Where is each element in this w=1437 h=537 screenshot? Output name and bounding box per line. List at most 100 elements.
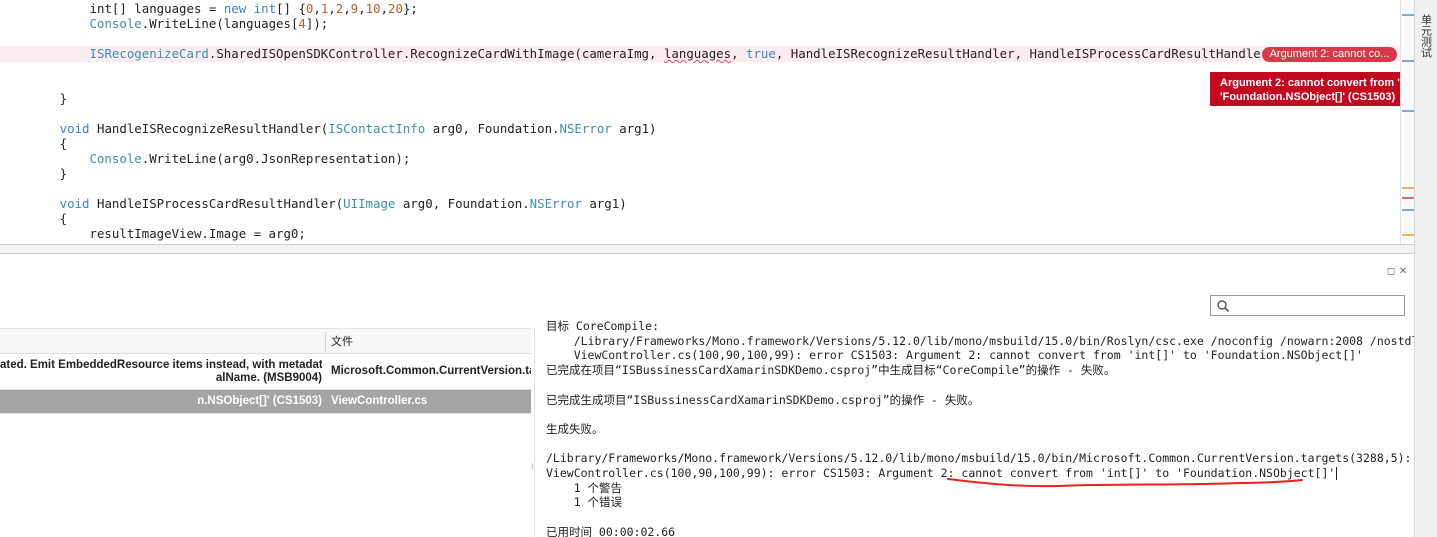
code-line[interactable] xyxy=(0,181,1400,197)
code-line[interactable]: { xyxy=(0,211,1400,227)
code-token: } xyxy=(0,166,68,181)
ruler-warning-mark[interactable] xyxy=(1402,234,1414,236)
float-pad-icon[interactable]: ◻ xyxy=(1385,266,1397,277)
unit-test-tab[interactable]: 单元测试 xyxy=(1414,8,1437,64)
pane-splitter[interactable] xyxy=(0,244,1414,254)
code-line[interactable]: void HandleISProcessCardResultHandler(UI… xyxy=(0,196,1400,212)
output-line: ViewController.cs(100,90,100,99): error … xyxy=(546,348,1363,363)
code-token: HandleISProcessCardResultHandler( xyxy=(89,196,344,211)
code-token: arg0, Foundation. xyxy=(395,196,530,211)
code-token: arg1) xyxy=(581,196,627,211)
code-token: HandleISRecognizeResultHandler( xyxy=(89,121,329,136)
code-token: int xyxy=(253,1,277,16)
code-line[interactable]: } xyxy=(0,91,1400,107)
output-separator[interactable] xyxy=(534,328,535,537)
code-line[interactable] xyxy=(0,76,1400,92)
ruler-info-mark[interactable] xyxy=(1402,110,1414,112)
code-line[interactable]: void HandleISRecognizeResultHandler(ISCo… xyxy=(0,121,1400,137)
code-line-error[interactable]: ISRecogenizeCard.SharedISOpenSDKControll… xyxy=(0,46,1400,62)
row-description-line: n.NSObject[]' (CS1503) xyxy=(197,395,322,407)
row-description: n.NSObject[]' (CS1503) xyxy=(0,395,322,408)
code-editor[interactable]: int[] languages = new int[] {0,1,2,9,10,… xyxy=(0,0,1400,244)
ruler-info-mark[interactable] xyxy=(1402,60,1414,62)
error-squiggle-token: languages xyxy=(663,46,732,61)
code-line[interactable]: int[] languages = new int[] {0,1,2,9,10,… xyxy=(0,1,1400,17)
output-line: 已完成生成项目“ISBussinessCardXamarinSDKDemo.cs… xyxy=(546,392,980,407)
table-row[interactable]: ated. Emit EmbeddedResource items instea… xyxy=(0,354,531,390)
ruler-error-mark[interactable] xyxy=(1402,197,1414,199)
code-token: , xyxy=(313,1,321,16)
ruler-info-mark[interactable] xyxy=(1402,209,1414,211)
code-token: int[] languages = xyxy=(29,1,224,16)
output-line: /Library/Frameworks/Mono.framework/Versi… xyxy=(546,451,1414,466)
code-token: [] { xyxy=(276,1,306,16)
code-token: NSError xyxy=(559,121,612,136)
close-pad-icon[interactable]: ✕ xyxy=(1397,266,1409,277)
code-token: Console xyxy=(29,16,142,31)
code-line[interactable]: } xyxy=(0,166,1400,182)
row-file: Microsoft.Common.CurrentVersion.targets xyxy=(331,365,531,377)
code-token: , xyxy=(358,1,366,16)
table-row-selected[interactable]: n.NSObject[]' (CS1503) ViewController.cs xyxy=(0,390,531,414)
output-line: 1 个警告 xyxy=(546,480,623,495)
output-line: 目标 CoreCompile: xyxy=(546,319,660,333)
output-scroll-handle[interactable]: ⁞ xyxy=(531,462,537,476)
search-icon xyxy=(1217,300,1230,313)
unit-test-tab-label: 单元测试 xyxy=(1419,14,1433,58)
ruler-info-mark[interactable] xyxy=(1402,14,1414,16)
code-line[interactable] xyxy=(0,61,1400,77)
search-input[interactable] xyxy=(1231,297,1405,316)
code-token: .WriteLine(languages[ xyxy=(141,16,299,31)
code-token: .SharedISOpenSDKController.RecognizeCard… xyxy=(208,46,664,61)
code-token: 20 xyxy=(388,1,403,16)
code-line[interactable] xyxy=(0,31,1400,47)
overview-ruler[interactable] xyxy=(1400,0,1415,244)
code-token: resultImageView.Image = arg0; xyxy=(0,226,306,241)
column-header-file[interactable]: 文件 xyxy=(331,329,353,355)
output-line: /Library/Frameworks/Mono.framework/Versi… xyxy=(546,333,1414,348)
code-token: 4 xyxy=(298,16,306,31)
code-line[interactable]: { xyxy=(0,136,1400,152)
row-description: ated. Emit EmbeddedResource items instea… xyxy=(0,359,322,385)
build-output[interactable]: 目标 CoreCompile: /Library/Frameworks/Mono… xyxy=(540,318,1414,537)
row-description-line: alName. (MSB9004) xyxy=(215,372,322,384)
output-line: ViewController.cs(100,90,100,99): error … xyxy=(546,466,1336,480)
output-line: 已用时间 00:00:02.66 xyxy=(546,524,676,537)
code-token: ISContactInfo xyxy=(328,121,426,136)
code-token: }; xyxy=(402,1,418,16)
output-line: 已完成在项目“ISBussinessCardXamarinSDKDemo.csp… xyxy=(546,363,1116,378)
row-description-line: ated. Emit EmbeddedResource items instea… xyxy=(0,359,322,371)
ruler-warning-mark[interactable] xyxy=(1402,187,1414,189)
code-token: void xyxy=(0,196,90,211)
code-token: void xyxy=(0,121,90,136)
code-token: UIImage xyxy=(343,196,396,211)
code-token: , xyxy=(328,1,336,16)
code-token: NSError xyxy=(529,196,582,211)
side-tool-strip xyxy=(1414,0,1437,537)
code-line[interactable]: resultImageView.Image = arg0; xyxy=(0,226,1400,242)
code-token: ISRecogenizeCard xyxy=(29,46,209,61)
code-token: arg1) xyxy=(611,121,657,136)
code-token: , xyxy=(731,46,747,61)
code-token: true xyxy=(746,46,776,61)
code-line[interactable]: Console.WriteLine(arg0.JsonRepresentatio… xyxy=(0,151,1400,167)
column-separator[interactable] xyxy=(325,332,326,352)
search-box[interactable] xyxy=(1210,295,1405,316)
inline-error-badge[interactable]: Argument 2: cannot co... xyxy=(1262,47,1397,62)
code-token: { xyxy=(0,136,68,151)
code-line[interactable]: Console.WriteLine(languages[4]); xyxy=(0,16,1400,32)
code-token: arg0, Foundation. xyxy=(425,121,560,136)
error-list-table[interactable]: 文件 ated. Emit EmbeddedResource items ins… xyxy=(0,328,531,537)
row-file: ViewController.cs xyxy=(331,395,428,407)
output-line: 1 个错误 xyxy=(546,495,623,510)
code-token: , xyxy=(380,1,389,16)
code-line[interactable] xyxy=(0,106,1400,122)
code-token: new xyxy=(223,1,247,16)
output-line: 生成失败。 xyxy=(546,421,604,436)
table-header: 文件 xyxy=(0,328,531,354)
text-cursor xyxy=(1336,467,1338,480)
